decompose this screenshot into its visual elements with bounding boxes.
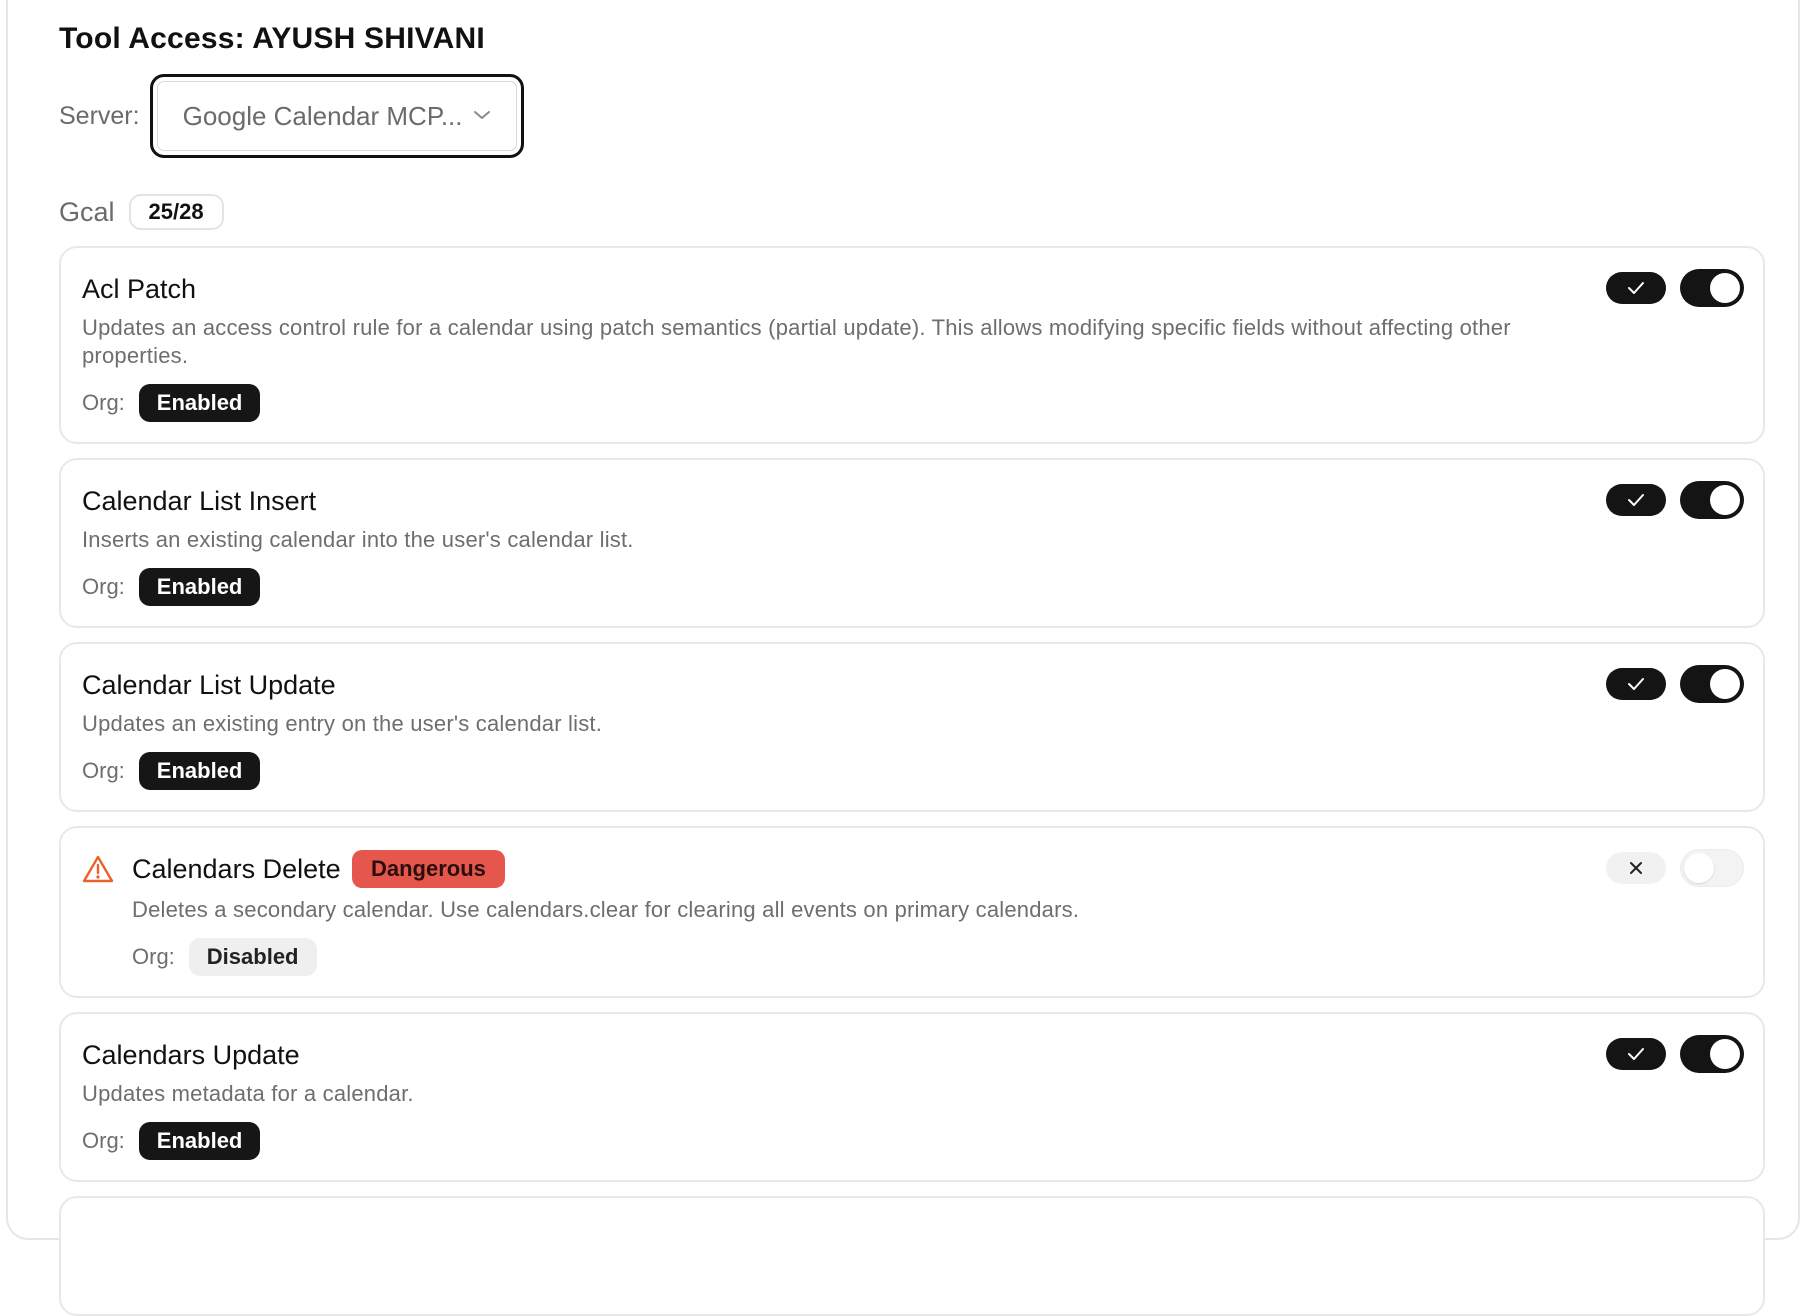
tool-name: Calendars Delete	[132, 854, 341, 884]
chevron-down-icon	[473, 111, 490, 119]
tool-name: Calendar List Update	[82, 670, 336, 700]
server-row: Server: Google Calendar MCP...	[59, 74, 524, 158]
org-status-badge: Enabled	[138, 384, 261, 422]
org-label: Org:	[82, 758, 125, 783]
tool-card-calendar-list-update: Calendar List Update Updates an existing…	[59, 642, 1765, 812]
org-status-row: Org: Enabled	[82, 752, 261, 790]
tool-description: Inserts an existing calendar into the us…	[82, 527, 634, 552]
check-icon	[1628, 282, 1644, 294]
tool-enable-toggle[interactable]	[1680, 1035, 1744, 1073]
approve-button[interactable]	[1606, 484, 1666, 516]
server-value: Google Calendar MCP...	[182, 100, 463, 131]
tool-card-calendars-update: Calendars Update Updates metadata for a …	[59, 1012, 1765, 1182]
server-select[interactable]: Google Calendar MCP...	[149, 74, 524, 158]
check-icon	[1628, 1048, 1644, 1060]
close-icon	[1630, 862, 1642, 874]
tool-name: Calendar List Insert	[82, 486, 317, 516]
tool-name: Calendars Update	[82, 1040, 300, 1070]
toggle-knob	[1710, 669, 1740, 699]
approve-button[interactable]	[1606, 1038, 1666, 1070]
org-status-badge: Enabled	[138, 1122, 261, 1160]
check-icon	[1628, 494, 1644, 506]
group-header: Gcal 25/28	[59, 194, 224, 230]
tool-card-calendars-delete: Calendars Delete Dangerous Deletes a sec…	[59, 826, 1765, 998]
enabled-count-badge: 25/28	[128, 194, 224, 230]
tool-enable-toggle[interactable]	[1680, 269, 1744, 307]
tool-enable-toggle[interactable]	[1680, 481, 1744, 519]
page-title: Tool Access: AYUSH SHIVANI	[59, 22, 485, 55]
check-icon	[1628, 678, 1644, 690]
tool-enable-toggle[interactable]	[1680, 665, 1744, 703]
group-name: Gcal	[59, 196, 115, 227]
tool-description: Updates metadata for a calendar.	[82, 1081, 414, 1106]
tool-card-acl-patch: Acl Patch Updates an access control rule…	[59, 246, 1765, 444]
dangerous-badge: Dangerous	[352, 850, 505, 888]
tool-description: Updates an existing entry on the user's …	[82, 711, 603, 736]
toggle-knob	[1710, 273, 1740, 303]
org-status-row: Org: Enabled	[82, 1122, 261, 1160]
warning-icon	[82, 855, 114, 883]
org-label: Org:	[132, 944, 175, 969]
tool-access-panel: Tool Access: AYUSH SHIVANI Server: Googl…	[6, 0, 1800, 1316]
approve-button[interactable]	[1606, 272, 1666, 304]
org-status-row: Org: Disabled	[132, 938, 317, 976]
tool-card-calendar-list-insert: Calendar List Insert Inserts an existing…	[59, 458, 1765, 628]
org-status-badge: Disabled	[188, 938, 317, 976]
tool-description: Updates an access control rule for a cal…	[82, 315, 1511, 368]
tool-card-next	[59, 1196, 1765, 1316]
toggle-knob	[1710, 485, 1740, 515]
toggle-knob	[1684, 853, 1714, 883]
org-status-row: Org: Enabled	[82, 568, 261, 606]
tool-enable-toggle[interactable]	[1680, 849, 1744, 887]
toggle-knob	[1710, 1039, 1740, 1069]
org-status-badge: Enabled	[138, 568, 261, 606]
deny-button[interactable]	[1606, 852, 1666, 884]
org-status-badge: Enabled	[138, 752, 261, 790]
tool-description: Deletes a secondary calendar. Use calend…	[132, 897, 1080, 922]
org-label: Org:	[82, 1128, 125, 1153]
org-label: Org:	[82, 390, 125, 415]
approve-button[interactable]	[1606, 668, 1666, 700]
server-label: Server:	[59, 101, 140, 130]
org-label: Org:	[82, 574, 125, 599]
org-status-row: Org: Enabled	[82, 384, 261, 422]
tool-name: Acl Patch	[82, 274, 197, 304]
